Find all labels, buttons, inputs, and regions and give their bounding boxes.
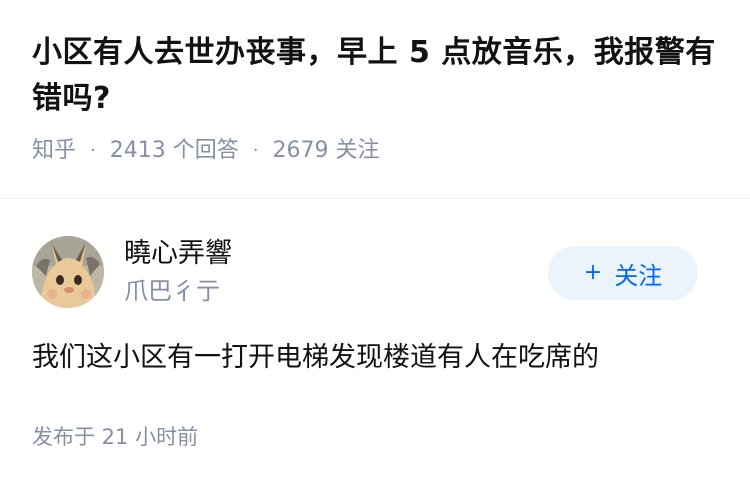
source-label[interactable]: 知乎	[32, 136, 76, 166]
section-divider	[0, 198, 750, 199]
question-header: 小区有人去世办丧事，早上 5 点放音乐，我报警有错吗? 知乎 · 2413 个回…	[32, 30, 722, 166]
meta-separator: ·	[252, 140, 259, 161]
avatar-illustration-icon	[32, 236, 104, 308]
plus-icon: +	[583, 260, 603, 285]
avatar[interactable]	[32, 236, 104, 308]
question-meta: 知乎 · 2413 个回答 · 2679 关注	[32, 136, 722, 166]
author-row: 曉心弄響 爪巴彳亍 + 关注	[32, 236, 718, 310]
follow-button[interactable]: + 关注	[548, 246, 698, 300]
author-bio: 爪巴彳亍	[124, 277, 220, 305]
publish-time: 发布于 21 小时前	[32, 425, 199, 449]
question-title[interactable]: 小区有人去世办丧事，早上 5 点放音乐，我报警有错吗?	[32, 30, 722, 122]
follow-button-label: 关注	[614, 261, 663, 290]
author-info: 曉心弄響 爪巴彳亍	[124, 236, 232, 308]
answer-content[interactable]: 我们这小区有一打开电梯发现楼道有人在吃席的	[32, 338, 718, 378]
followers-count: 2679 关注	[272, 138, 380, 163]
author-name[interactable]: 曉心弄響	[124, 236, 232, 272]
meta-separator: ·	[90, 140, 96, 161]
zhihu-answer-page: 小区有人去世办丧事，早上 5 点放音乐，我报警有错吗? 知乎 · 2413 个回…	[0, 0, 750, 490]
answers-count[interactable]: 2413 个回答	[110, 136, 239, 166]
